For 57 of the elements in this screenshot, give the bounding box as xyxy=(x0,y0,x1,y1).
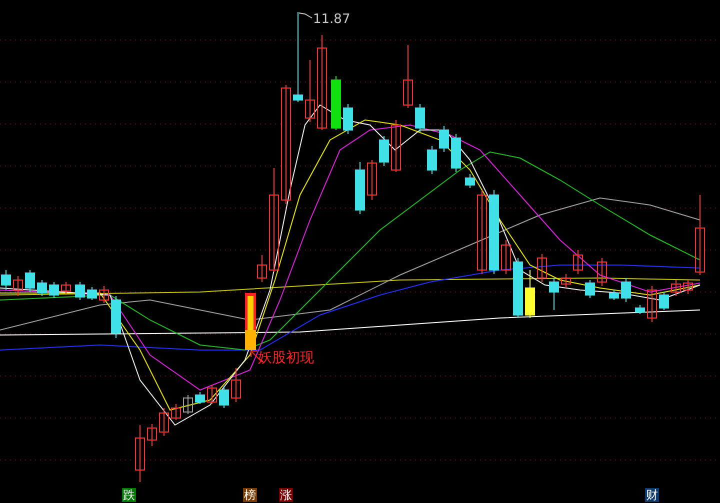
candlestick xyxy=(355,162,365,214)
candlestick xyxy=(415,104,425,132)
candlestick xyxy=(671,280,681,296)
candlestick xyxy=(183,394,193,414)
candlestick xyxy=(561,274,571,288)
candlestick xyxy=(647,286,657,322)
candlestick xyxy=(37,280,47,296)
signal-label: 妖股初现 xyxy=(258,351,314,365)
candlestick xyxy=(659,292,669,310)
candlestick xyxy=(75,282,85,300)
candlestick xyxy=(465,174,475,188)
candlestick xyxy=(537,254,547,282)
candlestick xyxy=(683,280,693,294)
candlestick xyxy=(13,276,23,296)
candlestick xyxy=(1,270,11,290)
candlestick xyxy=(159,408,169,436)
candlestick xyxy=(343,104,353,134)
candlestick xyxy=(621,278,631,302)
candlestick xyxy=(391,120,401,172)
candlestick xyxy=(61,282,71,294)
candlestick xyxy=(635,304,645,314)
candlestick xyxy=(207,384,217,404)
candlestick xyxy=(597,258,607,286)
candlestick xyxy=(111,296,121,338)
price-label: 11.87 xyxy=(313,13,350,26)
marker-tag: 榜 xyxy=(243,488,257,502)
candlestick xyxy=(195,392,205,404)
peak-pointer xyxy=(298,12,312,18)
candlestick xyxy=(49,282,59,298)
candlestick xyxy=(171,404,181,420)
candlestick xyxy=(331,76,341,130)
marker-tag: 涨 xyxy=(279,488,293,502)
marker-tag: 跌 xyxy=(122,488,136,502)
candlestick xyxy=(451,134,461,172)
candlestick xyxy=(231,368,241,402)
candlestick xyxy=(513,258,523,318)
candlestick xyxy=(439,126,449,152)
candlestick xyxy=(367,160,377,200)
candlestick xyxy=(135,424,145,482)
candlestick xyxy=(147,424,157,446)
signal-bar xyxy=(245,293,256,350)
candlestick xyxy=(427,146,437,174)
candlestick xyxy=(257,254,267,282)
candlestick xyxy=(219,386,229,408)
candlestick xyxy=(573,250,583,274)
candlestick xyxy=(585,280,595,298)
candlestick xyxy=(99,286,109,304)
marker-tag: 财 xyxy=(645,488,659,502)
candlestick xyxy=(403,44,413,108)
candlestick xyxy=(501,240,511,274)
candlestick xyxy=(525,270,535,318)
candlestick xyxy=(305,60,315,122)
candlestick xyxy=(379,136,389,166)
candlestick xyxy=(549,278,559,310)
candlestick xyxy=(609,290,619,300)
candlestick xyxy=(87,286,97,300)
candlestick xyxy=(25,270,35,292)
